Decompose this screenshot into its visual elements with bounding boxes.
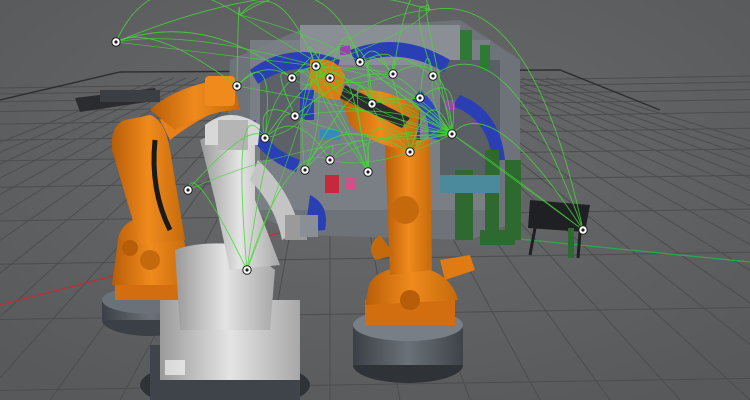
waypoint-icon[interactable] xyxy=(415,93,425,103)
waypoint-icon[interactable] xyxy=(232,81,242,91)
waypoint-icon[interactable] xyxy=(355,57,365,67)
waypoint-icon[interactable] xyxy=(183,185,193,195)
waypoint-icon[interactable] xyxy=(325,73,335,83)
waypoint-icon[interactable] xyxy=(311,61,321,71)
waypoint-icon[interactable] xyxy=(111,37,121,47)
scene-canvas[interactable] xyxy=(0,0,750,400)
waypoint-icon[interactable] xyxy=(428,71,438,81)
waypoint-icon[interactable] xyxy=(405,147,415,157)
waypoint-icon[interactable] xyxy=(290,111,300,121)
waypoint-icon[interactable] xyxy=(260,133,270,143)
waypoint-icon[interactable] xyxy=(447,129,457,139)
waypoint-icon[interactable] xyxy=(287,73,297,83)
waypoint-icon[interactable] xyxy=(578,225,588,235)
3d-viewport[interactable] xyxy=(0,0,750,400)
waypoint-icon[interactable] xyxy=(242,265,252,275)
waypoint-icon[interactable] xyxy=(367,99,377,109)
waypoint-icon[interactable] xyxy=(325,155,335,165)
waypoint-icon[interactable] xyxy=(300,165,310,175)
waypoint-icon[interactable] xyxy=(363,167,373,177)
waypoint-icon[interactable] xyxy=(388,69,398,79)
